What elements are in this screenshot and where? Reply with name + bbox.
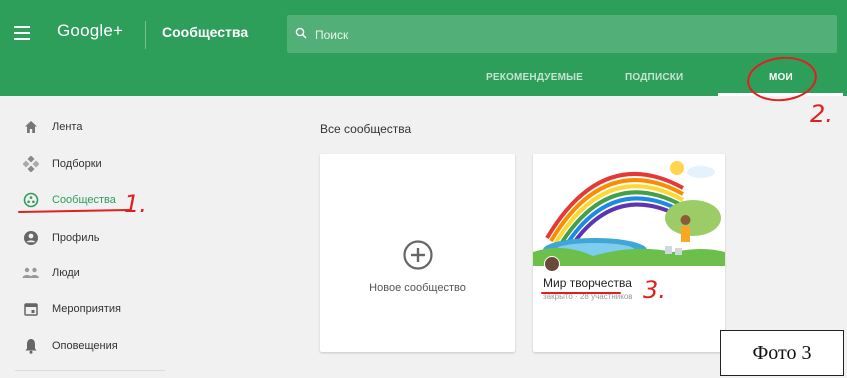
annotation-number-2: 2. [810, 100, 833, 128]
new-community-label: Новое сообщество [369, 282, 466, 294]
header-divider [145, 21, 146, 49]
sidebar-item-notifications[interactable]: Оповещения [0, 329, 160, 363]
annotation-underline-3 [541, 292, 621, 294]
profile-icon [22, 229, 40, 247]
sidebar-item-people[interactable]: Люди [0, 256, 160, 290]
sidebar-item-feed[interactable]: Лента [0, 110, 160, 144]
search-icon [295, 27, 307, 39]
community-name[interactable]: Мир творчества [543, 276, 632, 290]
communities-icon [22, 191, 40, 209]
search-box[interactable] [287, 15, 837, 55]
collections-icon [22, 155, 40, 173]
home-icon [22, 118, 40, 136]
google-plus-logo[interactable]: Google+ [57, 21, 123, 41]
calendar-icon [22, 300, 40, 318]
community-avatar[interactable] [544, 256, 560, 272]
new-community-card[interactable]: Новое сообщество [320, 154, 515, 352]
search-input[interactable] [313, 15, 817, 55]
section-title: Сообщества [162, 24, 249, 40]
sidebar-item-events[interactable]: Мероприятия [0, 292, 160, 326]
sidebar-item-collections[interactable]: Подборки [0, 147, 160, 181]
annotation-number-3: 3. [643, 276, 666, 304]
sidebar-item-label: Профиль [52, 232, 100, 244]
sidebar-item-label: Подборки [52, 158, 102, 170]
photo-caption: Фото 3 [720, 330, 844, 376]
community-card[interactable]: Мир творчества закрыто · 28 участников [533, 154, 725, 352]
all-communities-heading: Все сообщества [320, 122, 412, 136]
sidebar-item-label: Люди [52, 267, 80, 279]
tab-recommended[interactable]: РЕКОМЕНДУЕМЫЕ [486, 72, 583, 83]
sidebar-item-label: Лента [52, 121, 83, 133]
top-bar: Google+ Сообщества РЕКОМЕНДУЕМЫЕ ПОДПИСК… [0, 0, 847, 96]
people-icon [22, 264, 40, 282]
sidebar-item-label: Оповещения [52, 340, 118, 352]
bell-icon [22, 337, 40, 355]
sidebar-item-profile[interactable]: Профиль [0, 221, 160, 255]
sidebar-item-label: Мероприятия [52, 303, 121, 315]
add-circle-icon [403, 240, 433, 270]
menu-icon[interactable] [14, 26, 30, 40]
community-cover-image [533, 154, 725, 266]
tab-subscriptions[interactable]: ПОДПИСКИ [625, 72, 683, 83]
sidebar-divider [15, 370, 165, 371]
sidebar-item-label: Сообщества [52, 194, 116, 206]
annotation-number-1: 1. [124, 190, 147, 218]
